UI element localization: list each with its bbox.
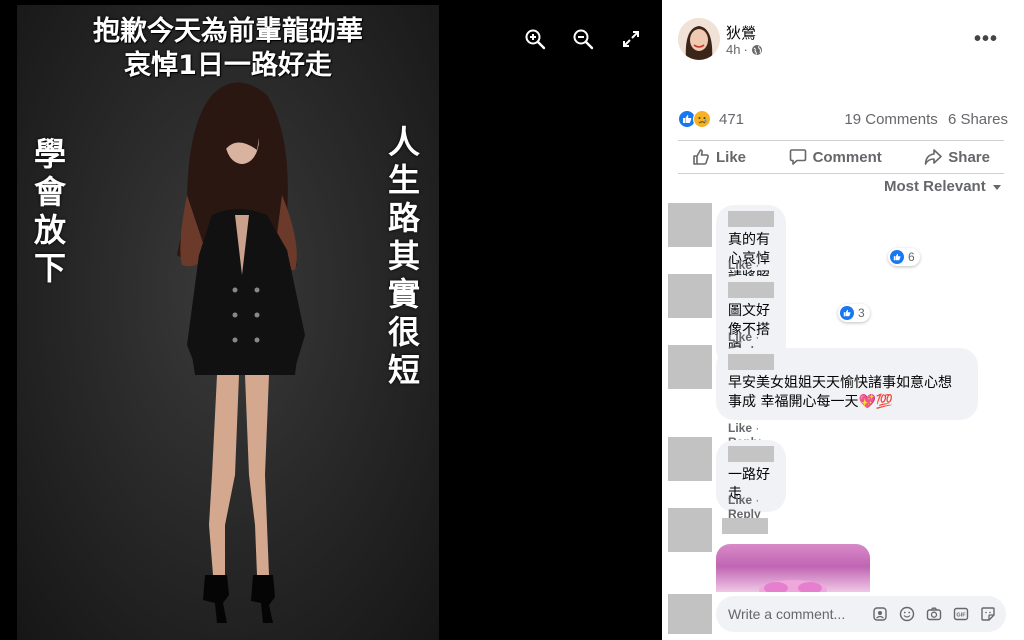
commenter-name-redacted[interactable] [728, 354, 774, 370]
like-label: Like [716, 148, 747, 166]
share-button[interactable]: Share [910, 144, 1004, 170]
comment-like-button[interactable]: Like [728, 493, 752, 507]
more-options-button[interactable]: ••• [974, 28, 998, 51]
caret-down-icon [992, 184, 1001, 190]
post-details-panel: 狄鶯 4h · ••• 471 19 Comments 6 Shares Lik… [662, 0, 1024, 640]
comment-text-line2: 事成 幸福開心每一天💖💯 [728, 394, 894, 410]
smiley-icon [899, 606, 915, 622]
expand-icon [623, 31, 639, 47]
zoom-in-button[interactable] [522, 26, 548, 52]
commenter-avatar[interactable] [668, 274, 712, 318]
shares-count[interactable]: 6 Shares [948, 111, 1008, 128]
comment-image[interactable] [716, 544, 870, 594]
camera-button[interactable] [925, 605, 943, 623]
sticker-button[interactable] [979, 605, 997, 623]
comment-bubble: 早安美女姐姐天天愉快諸事如意心想 事成 幸福開心每一天💖💯 [716, 348, 978, 420]
like-reaction-icon [890, 250, 904, 264]
commenter-avatar[interactable] [668, 203, 712, 247]
comment-sort-dropdown[interactable]: Most Relevant [884, 178, 1002, 195]
comment-button[interactable]: Comment [775, 144, 896, 170]
avatar-sticker-icon [873, 607, 887, 621]
reaction-icons[interactable] [678, 110, 711, 128]
divider [678, 140, 1004, 141]
flower-image [759, 580, 827, 594]
sticker-icon [981, 607, 995, 621]
commenter-name-redacted[interactable] [728, 282, 774, 298]
comment-like-button[interactable]: Like [728, 330, 752, 344]
facebook-photo-viewer: 抱歉今天為前輩龍劭華 哀悼1日一路好走 學會放下 人生路其實很短 狄鶯 4h ·… [0, 0, 1024, 640]
woman-figure [177, 82, 305, 623]
gif-icon: GIF [953, 607, 969, 621]
comment-share-counts: 19 Comments 6 Shares [838, 111, 1008, 128]
comment-composer: Write a comment... GIF [668, 592, 1018, 640]
photo-viewer: 抱歉今天為前輩龍劭華 哀悼1日一路好走 學會放下 人生路其實很短 [0, 0, 662, 640]
sad-reaction-icon [693, 110, 711, 128]
commenter-avatar[interactable] [668, 345, 712, 389]
svg-text:GIF: GIF [956, 613, 966, 619]
commenter-name-redacted[interactable] [722, 518, 768, 534]
post-time[interactable]: 4h [726, 42, 740, 57]
photo-vertical-text-left: 學會放下 [33, 135, 66, 287]
camera-icon [926, 607, 942, 621]
reaction-count[interactable]: 471 [719, 111, 744, 128]
commenter-name-redacted[interactable] [728, 446, 774, 462]
thumbs-up-icon [693, 149, 709, 165]
author-name[interactable]: 狄鶯 [726, 22, 756, 43]
commenter-avatar[interactable] [668, 437, 712, 481]
commenter-avatar[interactable] [668, 508, 712, 552]
comment-input[interactable]: Write a comment... GIF [716, 596, 1006, 632]
post-meta: 4h · [726, 42, 763, 57]
current-user-avatar [668, 594, 712, 634]
comments-count[interactable]: 19 Comments [844, 111, 937, 128]
fullscreen-button[interactable] [618, 26, 644, 52]
sort-label: Most Relevant [884, 178, 986, 195]
comment-reaction-badge[interactable]: 6 [888, 248, 920, 266]
comment-reaction-count: 3 [858, 306, 865, 320]
post-photo: 抱歉今天為前輩龍劭華 哀悼1日一路好走 學會放下 人生路其實很短 [17, 5, 439, 640]
post-action-bar: Like Comment Share [678, 142, 1004, 172]
zoom-out-button[interactable] [570, 26, 596, 52]
comment-reaction-badge[interactable]: 3 [838, 304, 870, 322]
share-arrow-icon [924, 149, 943, 165]
author-avatar-image [678, 18, 720, 60]
comment-like-button[interactable]: Like [728, 421, 752, 435]
comment-like-button[interactable]: Like [728, 258, 752, 272]
reaction-summary: 471 19 Comments 6 Shares [678, 107, 1008, 131]
comment-label: Comment [812, 148, 882, 166]
emoji-button[interactable] [898, 605, 916, 623]
share-label: Share [948, 148, 990, 166]
speech-bubble-icon [789, 149, 806, 165]
like-reaction-icon [840, 306, 854, 320]
globe-icon [751, 44, 762, 55]
divider [678, 173, 1004, 174]
avatar-sticker-button[interactable] [871, 605, 889, 623]
commenter-name-redacted[interactable] [728, 211, 774, 227]
comment-reaction-count: 6 [908, 250, 915, 264]
comment-text-line1: 早安美女姐姐天天愉快諸事如意心想 [728, 375, 952, 391]
author-avatar[interactable] [678, 18, 720, 60]
photo-vertical-text-right: 人生路其實很短 [387, 123, 420, 389]
zoom-in-icon [525, 29, 546, 50]
zoom-out-icon [573, 29, 594, 50]
gif-button[interactable]: GIF [952, 605, 970, 623]
comment-input-placeholder: Write a comment... [728, 606, 846, 622]
like-button[interactable]: Like [678, 144, 760, 170]
meta-separator: · [743, 42, 748, 57]
